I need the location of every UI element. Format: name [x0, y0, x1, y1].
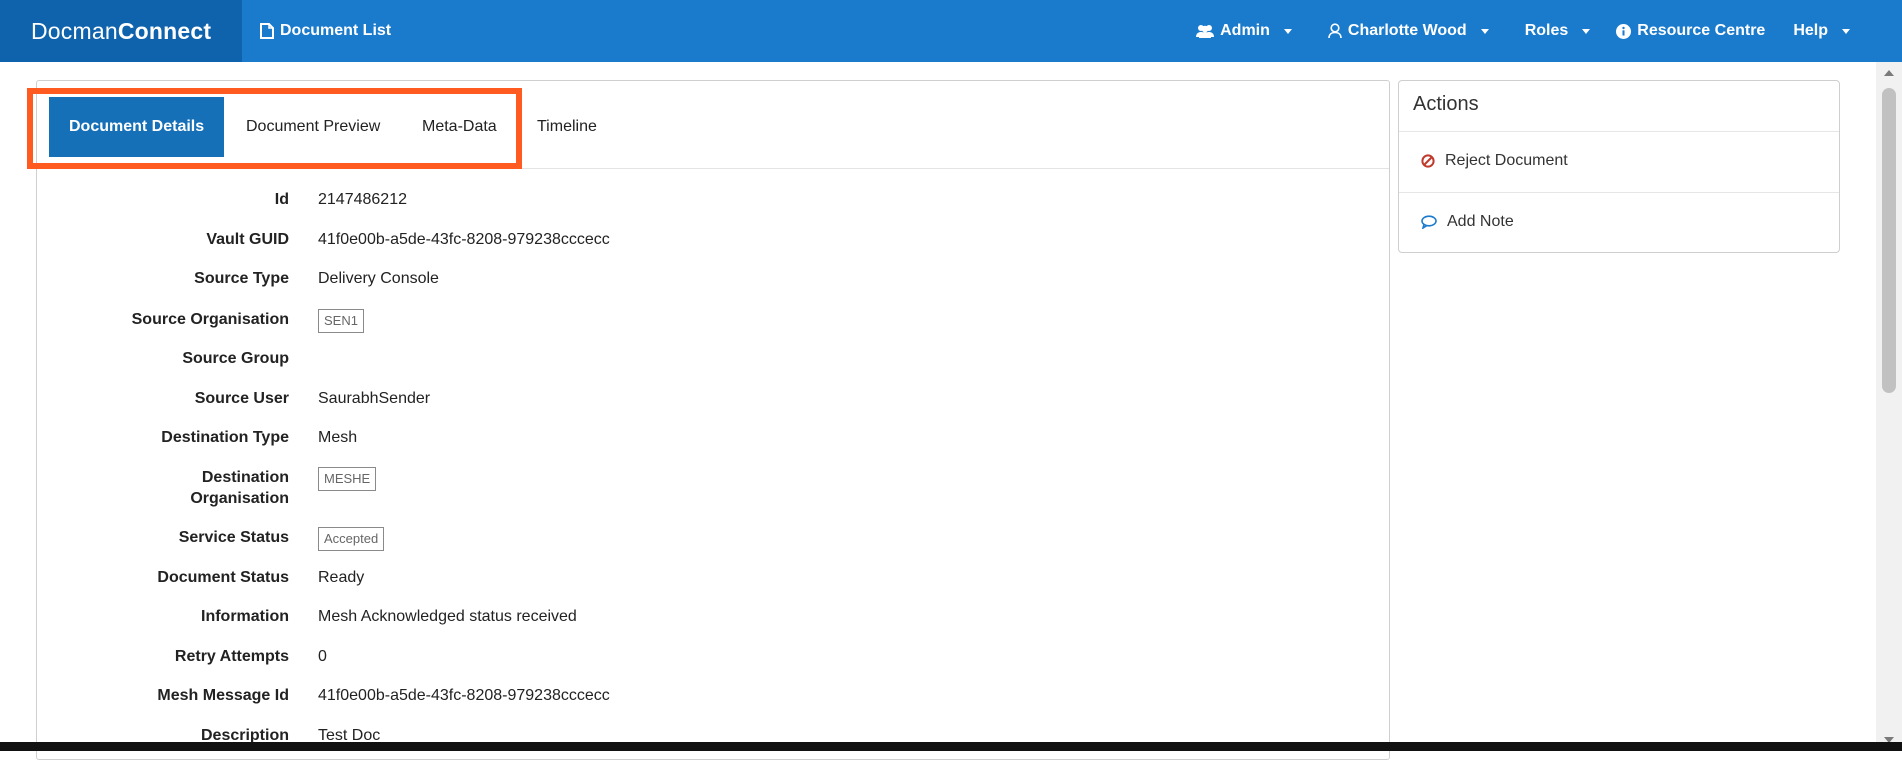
detail-label: Information: [201, 608, 289, 625]
actions-panel: Actions Reject Document Add Note: [1398, 80, 1840, 253]
tab-bar: Document Details Document Preview Meta-D…: [37, 81, 1389, 169]
tab-document-preview[interactable]: Document Preview: [246, 97, 380, 157]
detail-label: Source Organisation: [131, 311, 289, 328]
caret-down-icon: [1582, 28, 1591, 34]
detail-label: Source Type: [194, 270, 289, 287]
detail-label-line: Organisation: [190, 490, 289, 507]
nav-admin-label: Admin: [1220, 22, 1270, 39]
detail-row-id: Id 2147486212: [73, 189, 1373, 210]
detail-row-destination-organisation: Destination Organisation MESHE: [73, 467, 1373, 509]
detail-value: Ready: [318, 569, 365, 586]
detail-row-retry-attempts: Retry Attempts 0: [73, 646, 1373, 667]
nav-help-label: Help: [1793, 22, 1828, 39]
detail-label: Retry Attempts: [174, 648, 289, 665]
nav-user-dropdown[interactable]: Charlotte Wood: [1328, 22, 1489, 40]
detail-label: Id: [274, 191, 289, 208]
nav-roles-dropdown[interactable]: Roles: [1525, 22, 1591, 40]
nav-user-label: Charlotte Wood: [1347, 22, 1467, 39]
detail-value-wrapper: MESHE: [318, 467, 377, 491]
detail-row-source-type: Source Type Delivery Console: [73, 268, 1373, 289]
nav-help-dropdown[interactable]: Help: [1793, 22, 1850, 40]
detail-label: Source Group: [182, 350, 289, 367]
users-icon: [1196, 24, 1215, 38]
bottom-edge-bar: [0, 742, 1902, 751]
detail-value: Delivery Console: [318, 270, 439, 287]
nav-roles-label: Roles: [1524, 22, 1569, 39]
detail-value: 41f0e00b-a5de-43fc-8208-979238cccecc: [318, 231, 610, 248]
brand-suffix: Connect: [117, 17, 212, 44]
nav-admin-dropdown[interactable]: Admin: [1196, 22, 1292, 40]
nav-document-list[interactable]: Document List: [260, 22, 391, 40]
detail-row-mesh-message-id: Mesh Message Id 41f0e00b-a5de-43fc-8208-…: [73, 685, 1373, 706]
tab-meta-data[interactable]: Meta-Data: [422, 97, 497, 157]
detail-value-wrapper: Accepted: [318, 527, 385, 551]
detail-value: Mesh Acknowledged status received: [318, 608, 577, 625]
detail-value: 0: [318, 648, 327, 665]
nav-resource-centre[interactable]: Resource Centre: [1616, 22, 1765, 40]
divider: [1399, 192, 1839, 193]
detail-row-source-organisation: Source Organisation SEN1: [73, 309, 1373, 333]
brand-prefix: Docman: [31, 17, 118, 44]
detail-label: Source User: [194, 390, 289, 407]
detail-label: Mesh Message Id: [157, 687, 289, 704]
scrollbar-thumb[interactable]: [1882, 88, 1896, 393]
document-icon: [260, 23, 274, 39]
top-navbar: Docman Connect Document List Admin Charlo…: [0, 0, 1902, 62]
detail-row-source-user: Source User SaurabhSender: [73, 388, 1373, 409]
tab-timeline[interactable]: Timeline: [537, 97, 597, 157]
detail-row-vault-guid: Vault GUID 41f0e00b-a5de-43fc-8208-97923…: [73, 229, 1373, 250]
detail-label: Destination Type: [161, 429, 289, 446]
detail-label: Destination Organisation: [73, 467, 289, 509]
reject-document-button[interactable]: Reject Document: [1421, 152, 1568, 170]
actions-title: Actions: [1413, 93, 1479, 115]
reject-document-label: Reject Document: [1445, 152, 1568, 169]
status-badge: Accepted: [318, 527, 385, 551]
detail-label: Vault GUID: [206, 231, 289, 248]
caret-down-icon: [1842, 28, 1850, 34]
organisation-tag: MESHE: [318, 467, 377, 491]
detail-value: 41f0e00b-a5de-43fc-8208-979238cccecc: [318, 687, 610, 704]
caret-down-icon: [1283, 28, 1292, 34]
user-icon: [1328, 23, 1342, 39]
comment-icon: [1421, 215, 1437, 229]
divider: [1399, 131, 1839, 132]
organisation-tag: SEN1: [318, 309, 364, 333]
add-note-label: Add Note: [1447, 213, 1514, 230]
info-circle-icon: [1616, 23, 1632, 39]
brand-logo[interactable]: Docman Connect: [0, 0, 242, 62]
caret-down-icon: [1480, 28, 1489, 34]
detail-label-line: Destination: [201, 469, 289, 486]
detail-row-service-status: Service Status Accepted: [73, 527, 1373, 551]
detail-label: Document Status: [157, 569, 289, 586]
nav-document-list-label: Document List: [280, 22, 392, 39]
nav-resource-centre-label: Resource Centre: [1637, 22, 1766, 39]
ban-icon: [1421, 154, 1435, 168]
document-panel: Document Details Document Preview Meta-D…: [36, 80, 1390, 760]
detail-row-document-status: Document Status Ready: [73, 567, 1373, 588]
detail-value-wrapper: SEN1: [318, 309, 364, 333]
detail-row-source-group: Source Group: [73, 348, 1373, 369]
detail-row-information: Information Mesh Acknowledged status rec…: [73, 606, 1373, 627]
page-scrollbar[interactable]: [1876, 62, 1902, 751]
detail-value: Mesh: [318, 429, 358, 446]
add-note-button[interactable]: Add Note: [1421, 213, 1514, 231]
detail-label: Service Status: [178, 529, 289, 546]
tab-document-details[interactable]: Document Details: [49, 97, 225, 157]
detail-row-destination-type: Destination Type Mesh: [73, 427, 1373, 448]
detail-value: SaurabhSender: [318, 390, 431, 407]
scroll-up-arrow-icon[interactable]: [1884, 70, 1894, 76]
detail-value: 2147486212: [318, 191, 407, 208]
